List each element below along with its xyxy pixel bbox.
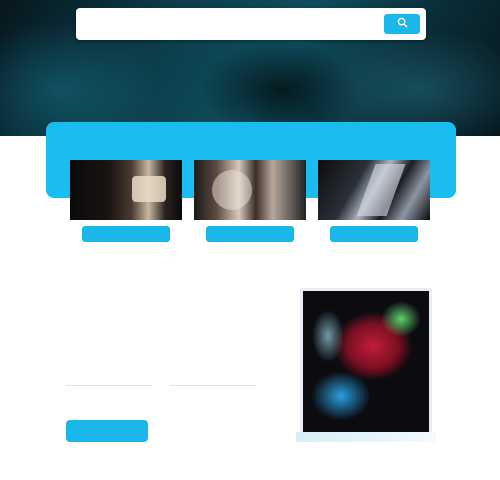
search-button[interactable] (384, 14, 420, 34)
feature-cards (0, 160, 500, 260)
card-button[interactable] (82, 226, 170, 242)
card-image (194, 160, 306, 220)
cta-button[interactable] (66, 420, 148, 442)
card-image (318, 160, 430, 220)
feature-card[interactable] (70, 160, 182, 250)
photo-caption-bar (296, 432, 436, 442)
meta-item (170, 372, 256, 386)
card-image (70, 160, 182, 220)
feature-photo (300, 288, 432, 438)
meta-item (66, 372, 152, 386)
meta-row (66, 372, 256, 386)
search-bar (76, 8, 426, 40)
search-input[interactable] (86, 13, 384, 35)
feature-card[interactable] (318, 160, 430, 250)
hero-banner (0, 0, 500, 136)
card-button[interactable] (330, 226, 418, 242)
search-icon (397, 17, 408, 31)
feature-card[interactable] (194, 160, 306, 250)
card-button[interactable] (206, 226, 294, 242)
